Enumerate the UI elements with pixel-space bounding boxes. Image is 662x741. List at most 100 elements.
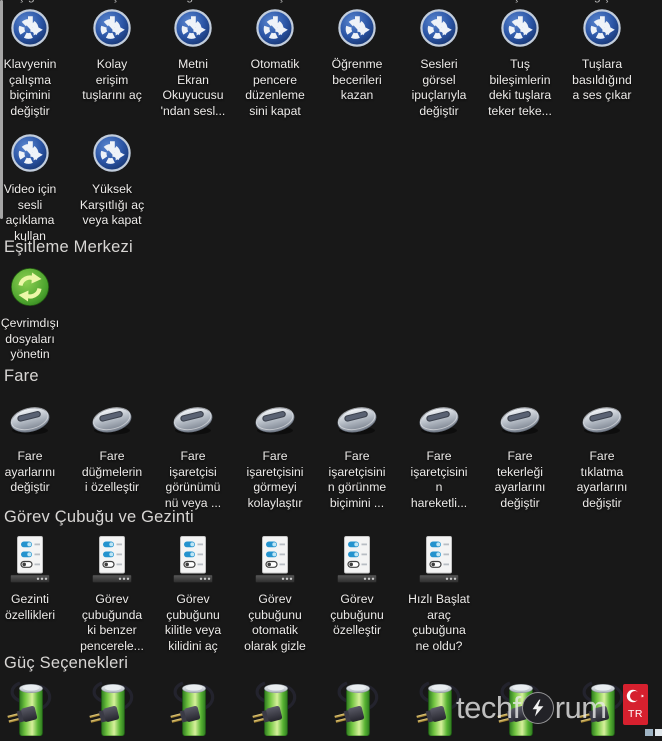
clipped-label-remnant: ş ı (479, 0, 561, 4)
task-item-label: Fare işaretçisini n görünme biçimini ... (327, 449, 387, 511)
turkish-flag-badge: TR (623, 684, 648, 725)
task-item-mouse-settings[interactable]: Fare ayarlarını değiştir (0, 400, 71, 496)
task-item-autohide-taskbar[interactable]: Görev çubuğunu otomatik olarak gizle (234, 536, 316, 655)
task-item-label: Fare işaretçisi görünümü nü veya ... (164, 449, 222, 511)
task-item-group-windows[interactable]: Görev çubuğunda ki benzer pencerele... (71, 536, 153, 655)
task-item-label: Fare tekerleği ayarlarını değiştir (494, 449, 546, 511)
task-item-quick-launch[interactable]: Hızlı Başlat araç çubuğuna ne oldu? (398, 536, 480, 655)
battery-icon (497, 678, 543, 736)
task-item-label: Gezinti özellikleri (4, 592, 56, 622)
ease-of-access-icon (10, 133, 50, 173)
clipped-corner-fragment (655, 729, 662, 736)
ease-of-access-icon (92, 133, 132, 173)
task-item-visual-sound-cues[interactable]: Sesleri görsel ipuçlarıyla değiştir (398, 8, 480, 120)
task-item-label: Fare ayarlarını değiştir (4, 449, 56, 495)
task-item-label: Tuşlara basıldığınd a ses çıkar (572, 57, 632, 103)
battery-icon (89, 678, 135, 736)
task-item-narrator[interactable]: Metni Ekran Okuyucusu 'ndan sesl... (152, 8, 234, 120)
ease-of-access-icon (10, 8, 50, 48)
task-item-label: Fare düğmelerin i özelleştir (81, 449, 143, 495)
section-header-taskbar: Görev Çubuğu ve Gezinti (4, 508, 194, 526)
task-item-label: Görev çubuğunda ki benzer pencerele... (80, 592, 144, 654)
taskbar-icon (337, 536, 377, 583)
battery-icon (334, 678, 380, 736)
ease-of-access-icon (92, 8, 132, 48)
ease-of-access-icon (337, 8, 377, 48)
task-item-label: Fare işaretçisini görmeyi kolaylaştır (246, 449, 304, 511)
task-item-label: Otomatik pencere düzenleme sini kapat (245, 57, 305, 119)
task-item-auto-window-arrange[interactable]: Otomatik pencere düzenleme sini kapat (234, 8, 316, 120)
section-header-power-options: Güç Seçenekleri (4, 654, 129, 672)
battery-icon (170, 678, 216, 736)
mouse-icon (89, 400, 135, 440)
task-item-label: Sesleri görsel ipuçlarıyla değiştir (411, 57, 467, 119)
taskbar-icon (419, 536, 459, 583)
mouse-icon (7, 400, 53, 440)
task-item-pointer-visibility[interactable]: Fare işaretçisini görmeyi kolaylaştır (234, 400, 316, 512)
all-tasks-panel: { "page": { "background": "#181818", "te… (0, 0, 662, 736)
task-item-power-option[interactable] (71, 678, 153, 741)
taskbar-icon (92, 536, 132, 583)
battery-icon (7, 678, 53, 736)
battery-icon (416, 678, 462, 736)
task-item-power-option[interactable] (234, 678, 316, 741)
taskbar-icon (255, 536, 295, 583)
section-header-mouse: Fare (4, 367, 39, 385)
clipped-label-remnant: ı ş (71, 0, 153, 4)
task-item-power-option[interactable] (0, 678, 71, 741)
ease-of-access-icon (500, 8, 540, 48)
task-item-lock-taskbar[interactable]: Görev çubuğunu kilitle veya kilidini aç (152, 536, 234, 655)
mouse-icon (334, 400, 380, 440)
taskbar-icon (173, 536, 213, 583)
task-item-learning-abilities[interactable]: Öğrenme becerileri kazan (316, 8, 398, 104)
task-item-navigation-properties[interactable]: Gezinti özellikleri (0, 536, 71, 623)
task-item-power-option[interactable] (398, 678, 480, 741)
mouse-icon (170, 400, 216, 440)
flag-country-code: TR (628, 708, 643, 720)
mouse-icon (252, 400, 298, 440)
task-item-label: Video için sesli açıklama kullan (3, 182, 57, 244)
task-item-high-contrast[interactable]: Yüksek Karşıtlığı aç veya kapat (71, 133, 153, 229)
task-item-label: Görev çubuğunu otomatik olarak gizle (244, 592, 306, 654)
clipped-label-remnant: ılı ş (234, 0, 316, 4)
task-item-label: Metni Ekran Okuyucusu 'ndan sesl... (160, 57, 226, 119)
task-item-keyboard-behavior[interactable]: Klavyenin çalışma biçimini değiştir (0, 8, 71, 120)
task-item-power-option[interactable] (316, 678, 398, 741)
mouse-icon (579, 400, 625, 440)
task-item-label: Fare tıklatma ayarlarını değiştir (576, 449, 628, 511)
task-item-key-press-sound[interactable]: Tuşlara basıldığınd a ses çıkar (561, 8, 643, 104)
task-item-power-option[interactable] (479, 678, 561, 741)
task-item-power-option[interactable] (152, 678, 234, 741)
ease-of-access-icon (419, 8, 459, 48)
task-item-customize-taskbar[interactable]: Görev çubuğunu özelleştir (316, 536, 398, 639)
clipped-label-remnant: ğ ş (561, 0, 643, 4)
task-item-label: Kolay erişim tuşlarını aç (82, 57, 142, 103)
task-item-label: Görev çubuğunu kilitle veya kilidini aç (164, 592, 222, 654)
crescent-star-icon (623, 686, 648, 706)
mouse-icon (416, 400, 462, 440)
task-item-mouse-wheel[interactable]: Fare tekerleği ayarlarını değiştir (479, 400, 561, 512)
task-item-pointer-display[interactable]: Fare işaretçisini n görünme biçimini ... (316, 400, 398, 512)
task-item-label: Çevrimdışı dosyaları yönetin (0, 316, 60, 362)
clipped-corner-fragment (645, 729, 653, 736)
clipped-label-remnant: ş ğ ı (0, 0, 71, 4)
task-item-pointer-motion[interactable]: Fare işaretçisini n hareketli... (398, 400, 480, 512)
sync-icon (10, 267, 50, 307)
battery-icon (579, 678, 625, 736)
task-item-mouse-click[interactable]: Fare tıklatma ayarlarını değiştir (561, 400, 643, 512)
task-item-easy-access-keys[interactable]: Kolay erişim tuşlarını aç (71, 8, 153, 104)
task-item-label: Hızlı Başlat araç çubuğuna ne oldu? (408, 592, 470, 654)
task-item-pointer-appearance[interactable]: Fare işaretçisi görünümü nü veya ... (152, 400, 234, 512)
ease-of-access-icon (582, 8, 622, 48)
task-item-audio-description[interactable]: Video için sesli açıklama kullan (0, 133, 71, 245)
section-header-sync-center: Eşitleme Merkezi (4, 238, 133, 256)
mouse-icon (497, 400, 543, 440)
task-item-label: Öğrenme becerileri kazan (331, 57, 383, 103)
task-item-sticky-keys[interactable]: Tuş bileşimlerin deki tuşlara teker teke… (479, 8, 561, 120)
taskbar-icon (10, 536, 50, 583)
task-item-mouse-buttons[interactable]: Fare düğmelerin i özelleştir (71, 400, 153, 496)
task-item-label: Görev çubuğunu özelleştir (330, 592, 384, 638)
battery-icon (252, 678, 298, 736)
task-item-label: Klavyenin çalışma biçimini değiştir (3, 57, 57, 119)
task-item-offline-files[interactable]: Çevrimdışı dosyaları yönetin (0, 267, 71, 363)
